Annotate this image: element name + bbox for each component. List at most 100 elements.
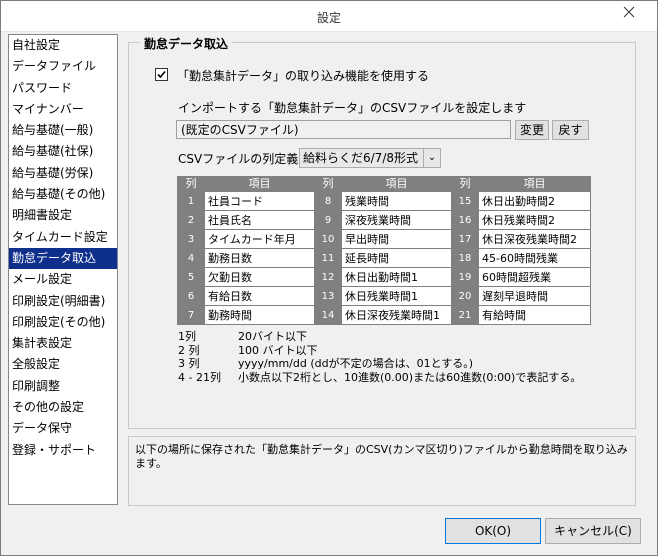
column-number: 3 [177,229,205,249]
sidebar-item[interactable]: 給与基礎(労保) [9,163,117,184]
column-definition-table: 列 項目 列 項目 列 項目 1 社員コード 8 残業時間 15 休日出勤時間2 2 社員氏名… [177,176,591,325]
header-col: 列 [177,176,205,192]
sidebar-item[interactable]: タイムカード設定 [9,227,117,248]
column-item-name: 勤務時間 [204,305,315,325]
sidebar-item[interactable]: 自社設定 [9,35,117,56]
column-number: 18 [451,248,479,268]
change-button[interactable]: 変更 [515,120,549,140]
note-row: 4 - 21列 小数点以下2桁とし、10進数(0.00)または60進数(0:00)… [178,371,581,385]
sidebar-item[interactable]: データ保守 [9,418,117,439]
title-bar: 設定 [1,1,657,32]
column-item-name: 延長時間 [341,248,452,268]
note-row: 3 列 yyyy/mm/dd (ddが不定の場合は、01とする。) [178,357,581,371]
column-item-name: 休日残業時間2 [478,210,591,230]
column-item-name: 早出時間 [341,229,452,249]
use-import-label[interactable]: 「勤怠集計データ」の取り込み機能を使用する [177,67,429,84]
column-definition-value: 給料らくだ6/7/8形式 [303,151,418,165]
import-csv-label: インポートする「勤怠集計データ」のCSVファイルを設定します [178,101,527,115]
sidebar-item[interactable]: 明細書設定 [9,205,117,226]
header-item: 項目 [341,176,452,192]
header-item: 項目 [204,176,315,192]
column-number: 19 [451,267,479,287]
column-item-name: 遅刻早退時間 [478,286,591,306]
column-number: 4 [177,248,205,268]
reset-button[interactable]: 戻す [552,120,589,140]
sidebar-item[interactable]: その他の設定 [9,397,117,418]
column-number: 5 [177,267,205,287]
column-item-name: 社員コード [204,191,315,211]
note-column: 1列 [178,330,196,343]
ok-button[interactable]: OK(O) [445,518,541,544]
column-number: 2 [177,210,205,230]
sidebar-item[interactable]: 印刷設定(明細書) [9,291,117,312]
column-item-name: 残業時間 [341,191,452,211]
checkmark-icon [157,70,166,79]
column-definition-label: CSVファイルの列定義 [178,152,299,166]
column-item-name: 45-60時間残業 [478,248,591,268]
note-row: 1列 20バイト以下 [178,330,581,344]
table-header-row: 列 項目 列 項目 列 項目 [177,176,591,192]
column-item-name: 60時間超残業 [478,267,591,287]
group-title: 勤怠データ取込 [140,35,233,52]
column-item-name: 社員氏名 [204,210,315,230]
column-item-name: 有給日数 [204,286,315,306]
table-row: 6 有給日数 13 休日残業時間1 20 遅刻早退時間 [177,286,591,306]
column-item-name: 休日深夜残業時間1 [341,305,452,325]
column-notes: 1列 20バイト以下 2 列 100 バイト以下 3 列 yyyy/mm/dd (ddが不… [178,330,581,384]
column-number: 13 [314,286,342,306]
note-text: 100 バイト以下 [238,343,318,357]
column-number: 1 [177,191,205,211]
column-number: 12 [314,267,342,287]
note-column: 4 - 21列 [178,370,221,384]
column-number: 21 [451,305,479,325]
note-column: 3 列 [178,357,200,370]
note-text: 小数点以下2桁とし、10進数(0.00)または60進数(0:00)で表記する。 [238,370,582,384]
header-col: 列 [451,176,479,192]
column-number: 11 [314,248,342,268]
column-item-name: 休日残業時間1 [341,286,452,306]
column-item-name: タイムカード年月 [204,229,315,249]
settings-category-list[interactable]: 自社設定 データファイル パスワード マイナンバー 給与基礎(一般) 給与基礎(社保) 給与… [8,34,118,505]
sidebar-item[interactable]: 印刷設定(その他) [9,312,117,333]
column-number: 17 [451,229,479,249]
sidebar-item[interactable]: データファイル [9,56,117,77]
note-text: yyyy/mm/dd (ddが不定の場合は、01とする。) [238,357,474,370]
column-item-name: 有給時間 [478,305,591,325]
table-row: 5 欠勤日数 12 休日出勤時間1 19 60時間超残業 [177,267,591,287]
sidebar-item[interactable]: 全般設定 [9,354,117,375]
use-import-checkbox[interactable] [155,68,168,81]
table-row: 2 社員氏名 9 深夜残業時間 16 休日残業時間2 [177,210,591,230]
window-title: 設定 [316,11,341,25]
column-item-name: 休日深夜残業時間2 [478,229,591,249]
column-item-name: 休日出勤時間1 [341,267,452,287]
sidebar-item[interactable]: メール設定 [9,269,117,290]
chevron-down-icon[interactable]: ⌄ [423,149,440,167]
column-item-name: 深夜残業時間 [341,210,452,230]
header-col: 列 [314,176,342,192]
cancel-button[interactable]: キャンセル(C) [545,518,641,544]
column-number: 16 [451,210,479,230]
column-number: 14 [314,305,342,325]
sidebar-item[interactable]: 登録・サポート [9,440,117,461]
close-icon[interactable] [609,1,649,23]
sidebar-item[interactable]: 印刷調整 [9,376,117,397]
close-button[interactable] [609,1,649,23]
column-number: 20 [451,286,479,306]
sidebar-item[interactable]: マイナンバー [9,99,117,120]
note-row: 2 列 100 バイト以下 [178,344,581,358]
sidebar-item[interactable]: 勤怠データ取込 [9,247,117,270]
header-item: 項目 [478,176,591,192]
column-item-name: 欠勤日数 [204,267,315,287]
csv-path-field: (既定のCSVファイル) [176,120,511,139]
column-item-name: 休日出勤時間2 [478,191,591,211]
column-item-name: 勤務日数 [204,248,315,268]
sidebar-item[interactable]: 給与基礎(その他) [9,184,117,205]
table-row: 1 社員コード 8 残業時間 15 休日出勤時間2 [177,191,591,211]
sidebar-item[interactable]: 給与基礎(一般) [9,120,117,141]
sidebar-item[interactable]: 集計表設定 [9,333,117,354]
sidebar-item[interactable]: 給与基礎(社保) [9,141,117,162]
column-definition-select[interactable]: 給料らくだ6/7/8形式 ⌄ [299,148,441,168]
table-row: 7 勤務時間 14 休日深夜残業時間1 21 有給時間 [177,305,591,325]
note-text: 20バイト以下 [238,330,307,343]
sidebar-item[interactable]: パスワード [9,78,117,99]
